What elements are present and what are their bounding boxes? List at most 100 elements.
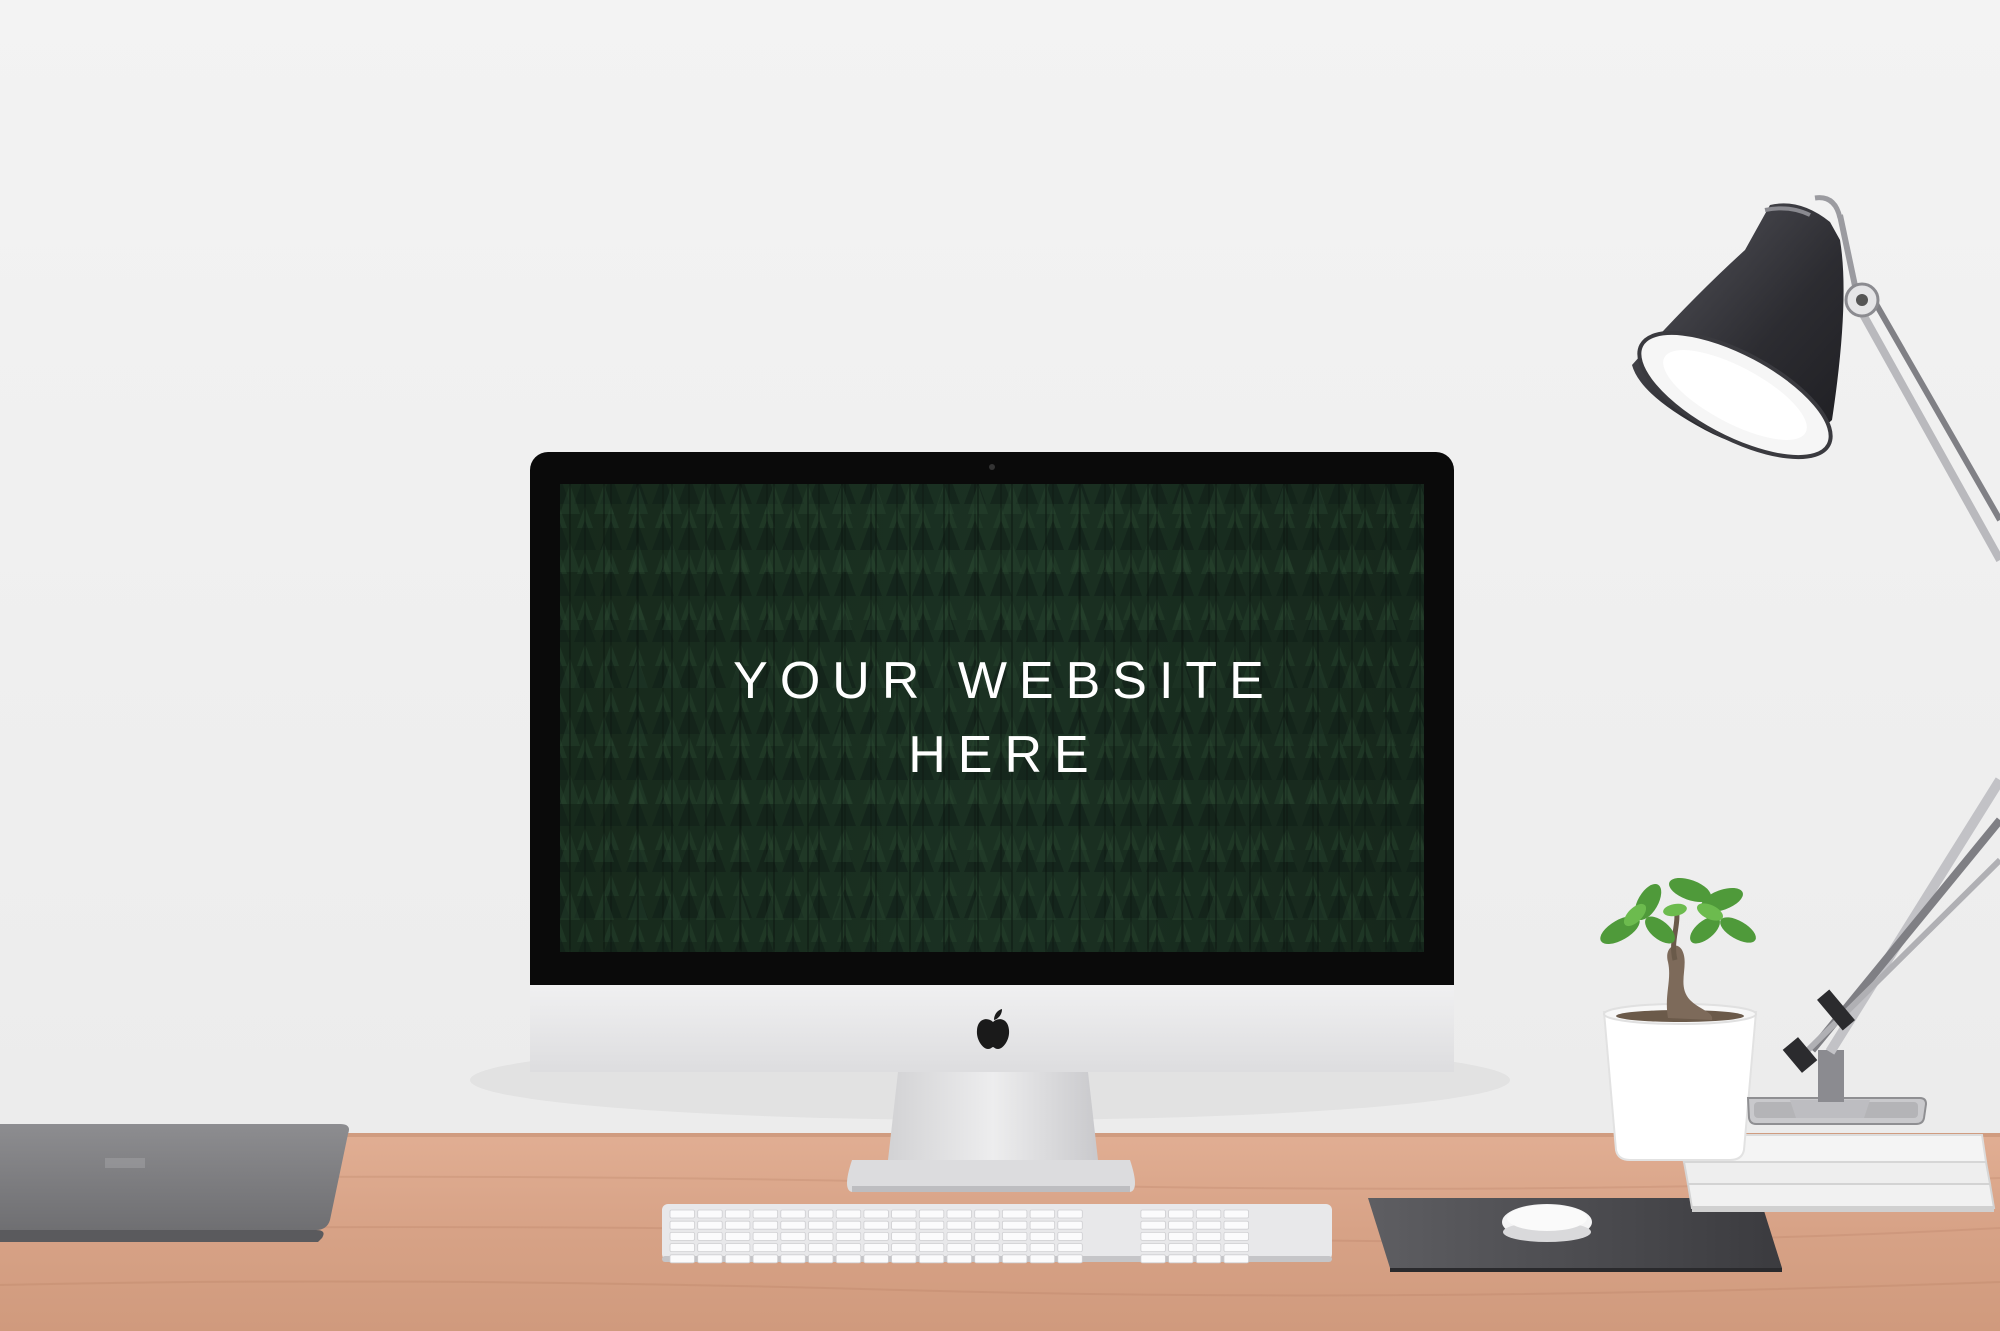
keyboard-key (1057, 1243, 1083, 1252)
keyboard-key (808, 1220, 834, 1230)
keyboard-key (780, 1220, 806, 1230)
keyboard-key (1195, 1220, 1222, 1230)
keyboard-key (974, 1254, 1000, 1264)
keyboard-key (863, 1243, 889, 1252)
keyboard-key (863, 1254, 889, 1264)
keyboard-key (918, 1254, 945, 1264)
keyboard-key (697, 1220, 723, 1230)
keyboard-key (1223, 1220, 1249, 1230)
keyboard-key (863, 1232, 889, 1241)
keyboard-key (863, 1209, 889, 1219)
keyboard-key (1029, 1254, 1055, 1264)
keyboard-key (725, 1232, 751, 1241)
keyboard-key (752, 1232, 778, 1241)
keyboard-key (808, 1254, 834, 1264)
keyboard-key (1140, 1209, 1166, 1219)
keyboard-key (1168, 1209, 1194, 1219)
keyboard-key (752, 1243, 778, 1252)
keyboard-key (669, 1209, 695, 1219)
keyboard-key (1057, 1254, 1083, 1264)
keyboard-key (918, 1209, 945, 1219)
keyboard-key (1029, 1243, 1055, 1252)
keyboard-key (808, 1243, 834, 1252)
keyboard-key (891, 1254, 917, 1264)
keyboard-key (780, 1254, 806, 1264)
keyboard-key (835, 1232, 862, 1241)
keyboard-key (1168, 1232, 1194, 1241)
keyboard-key (835, 1220, 862, 1230)
keyboard-key (1029, 1220, 1055, 1230)
keyboard-key (725, 1243, 751, 1252)
keyboard-key (669, 1220, 695, 1230)
keyboard-key (697, 1209, 723, 1219)
keyboard-key (1002, 1243, 1028, 1252)
keyboard-key (1140, 1243, 1166, 1252)
keyboard-key (697, 1243, 723, 1252)
keyboard-key (697, 1254, 723, 1264)
keyboard-key (1195, 1254, 1222, 1264)
keyboard-key (974, 1232, 1000, 1241)
keyboard-key (918, 1232, 945, 1241)
keyboard-key (1002, 1220, 1028, 1230)
keyboard-key (808, 1209, 834, 1219)
keyboard-key (946, 1220, 972, 1230)
keyboard-key (669, 1254, 695, 1264)
keyboard-key (1140, 1220, 1166, 1230)
keyboard-key (725, 1220, 751, 1230)
screen-headline: YOUR WEBSITE HERE (587, 488, 1410, 948)
keyboard-key (725, 1254, 751, 1264)
keyboard-key (1168, 1254, 1194, 1264)
keyboard-key (1057, 1209, 1083, 1219)
keyboard-key (780, 1243, 806, 1252)
keyboard-key (918, 1243, 945, 1252)
keyboard-key (1057, 1232, 1083, 1241)
keyboard-key (974, 1243, 1000, 1252)
keyboard (662, 1204, 1332, 1264)
keyboard-key (669, 1243, 695, 1252)
keyboard-key (752, 1220, 778, 1230)
mockup-scene: YOUR WEBSITE HERE (0, 0, 2000, 1331)
keyboard-key (918, 1220, 945, 1230)
keyboard-key (780, 1232, 806, 1241)
keyboard-key (946, 1243, 972, 1252)
keyboard-key (1195, 1232, 1222, 1241)
keyboard-key (752, 1209, 778, 1219)
keyboard-key (1223, 1232, 1249, 1241)
keyboard-key (697, 1232, 723, 1241)
keyboard-key (891, 1220, 917, 1230)
keyboard-key (1029, 1209, 1055, 1219)
keyboard-key (1168, 1220, 1194, 1230)
keyboard-key (891, 1243, 917, 1252)
headline-line-2: HERE (908, 726, 1101, 784)
keyboard-key (1002, 1254, 1028, 1264)
keyboard-key (1195, 1209, 1222, 1219)
keyboard-key (1223, 1243, 1249, 1252)
keyboard-key (1223, 1254, 1249, 1264)
keyboard-key (891, 1232, 917, 1241)
keyboard-key (946, 1232, 972, 1241)
keyboard-key (835, 1209, 862, 1219)
keyboard-key (1140, 1232, 1166, 1241)
keyboard-key (1057, 1220, 1083, 1230)
keyboard-key (808, 1232, 834, 1241)
keyboard-key (1002, 1232, 1028, 1241)
keyboard-key (863, 1220, 889, 1230)
headline-line-1: YOUR WEBSITE (733, 652, 1276, 710)
keyboard-key (835, 1254, 862, 1264)
keyboard-key (725, 1209, 751, 1219)
keyboard-key (1168, 1243, 1194, 1252)
keyboard-key (946, 1209, 972, 1219)
keyboard-key (752, 1254, 778, 1264)
keyboard-key (1195, 1243, 1222, 1252)
keyboard-key (1223, 1209, 1249, 1219)
keyboard-key (974, 1209, 1000, 1219)
keyboard-key (1140, 1254, 1166, 1264)
laptop (0, 1124, 349, 1242)
keyboard-key (835, 1243, 862, 1252)
keyboard-key (946, 1254, 972, 1264)
keyboard-key (974, 1220, 1000, 1230)
keyboard-key (1002, 1209, 1028, 1219)
keyboard-key (891, 1209, 917, 1219)
keyboard-key (1029, 1232, 1055, 1241)
keyboard-key (669, 1232, 695, 1241)
